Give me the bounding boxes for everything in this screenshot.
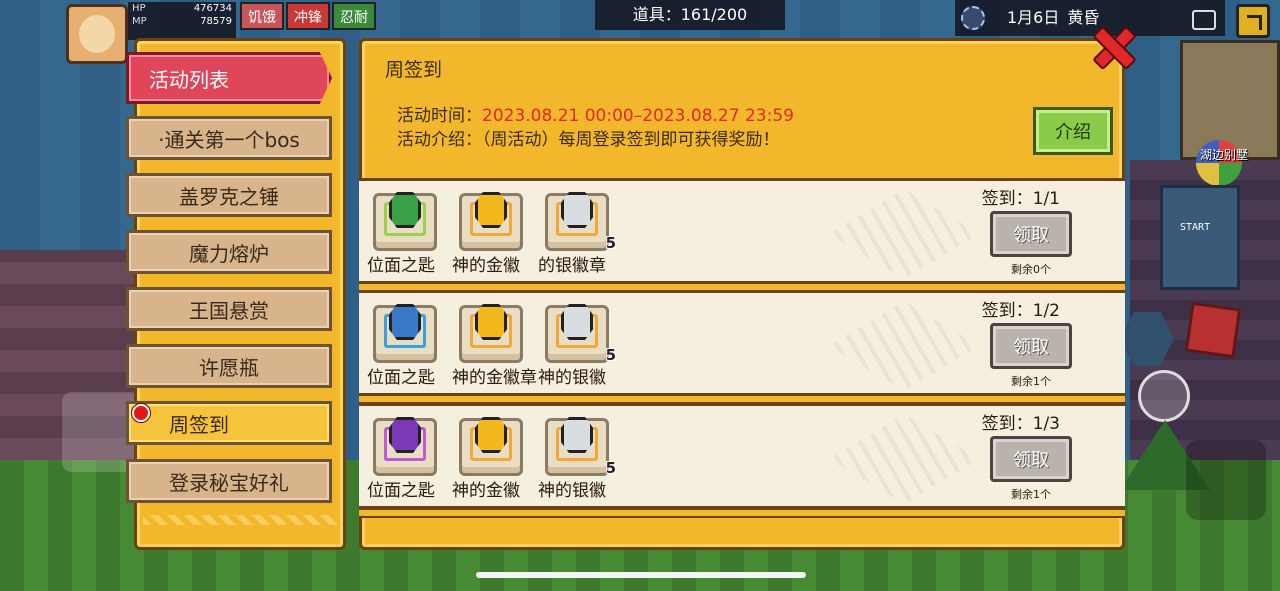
reward-item-name: 神的金徽 [452, 256, 520, 276]
gold-badge-icon [475, 417, 507, 453]
reward-item-name: 位面之匙 [367, 368, 435, 388]
silver-badge-icon [561, 192, 593, 228]
item-count: 5 [605, 346, 616, 364]
status-hunger: 饥饿 [240, 2, 284, 30]
menu-item-hammer[interactable]: 盖罗克之锤 [126, 173, 332, 217]
bow-attack-button[interactable] [1186, 440, 1266, 520]
close-icon[interactable] [1090, 24, 1134, 68]
reward-item-slot[interactable] [373, 304, 437, 363]
remaining-count: 剩余0个 [1011, 263, 1051, 276]
claim-button[interactable]: 领取 [990, 436, 1072, 482]
reward-item-name: 的银徽章 [538, 256, 606, 276]
reward-item-slot[interactable] [459, 417, 523, 476]
menu-item-first-boss[interactable]: ·通关第一个bos [126, 116, 332, 160]
cast-icon[interactable] [1192, 10, 1216, 30]
panel-decoration [143, 515, 337, 525]
reward-item-name: 神的金徽章 [452, 368, 537, 388]
date-label: 1月6日 [1007, 8, 1060, 27]
activity-intro-line: 活动介绍：（周活动）每周登录签到即可获得奖励！ [397, 125, 780, 150]
item-count: 5 [605, 234, 616, 252]
item-count: 5 [605, 459, 616, 477]
arcade-machine [1160, 185, 1240, 290]
menu-item-weekly-signin[interactable]: 周签到 [126, 401, 332, 445]
status-rush: 冲锋 [286, 2, 330, 30]
exit-icon[interactable] [1236, 4, 1270, 38]
activity-time-value: 2023.08.21 00:00–2023.08.27 23:59 [482, 106, 794, 126]
key-gem-icon [389, 192, 421, 228]
reward-item-slot[interactable]: 5 [545, 417, 616, 477]
sun-icon [961, 6, 985, 30]
menu-item-login-treasure[interactable]: 登录秘宝好礼 [126, 459, 332, 503]
silver-badge-icon [561, 304, 593, 340]
claim-button[interactable]: 领取 [990, 211, 1072, 257]
house-label: 湖边别墅 [1200, 148, 1249, 162]
dice-icon[interactable] [1184, 301, 1242, 359]
interact-button[interactable] [1138, 370, 1190, 422]
home-indicator [476, 572, 806, 578]
reward-item-name: 神的银徽 [538, 481, 606, 501]
reward-item-name: 位面之匙 [367, 256, 435, 276]
claim-button[interactable]: 领取 [990, 323, 1072, 369]
reward-item-name: 神的银徽 [538, 368, 606, 388]
signin-progress: 签到：1/1 [981, 189, 1060, 209]
star-watermark [829, 189, 979, 279]
key-gem-icon [389, 304, 421, 340]
intro-button[interactable]: 介绍 [1033, 107, 1113, 155]
menu-item-wish-bottle[interactable]: 许愿瓶 [126, 344, 332, 388]
activity-time-line: 活动时间：2023.08.21 00:00–2023.08.27 23:59 [397, 101, 794, 126]
activity-title: 周签到 [385, 59, 443, 81]
remaining-count: 剩余1个 [1011, 488, 1051, 501]
activity-intro-value: （周活动）每周登录签到即可获得奖励！ [482, 130, 780, 150]
menu-item-bounty[interactable]: 王国悬赏 [126, 287, 332, 331]
reward-item-name: 神的金徽 [452, 481, 520, 501]
status-endure: 忍耐 [332, 2, 376, 30]
reward-item-slot[interactable] [459, 304, 523, 363]
reward-item-slot[interactable]: 5 [545, 192, 616, 252]
menu-item-forge[interactable]: 魔力熔炉 [126, 230, 332, 274]
mp-value: 78579 [200, 16, 232, 27]
gold-badge-icon [475, 192, 507, 228]
reward-item-slot[interactable] [373, 417, 437, 476]
reward-item-slot[interactable]: 5 [545, 304, 616, 364]
star-watermark [829, 301, 979, 391]
arcade-label: START [1180, 222, 1211, 233]
hp-value: 476734 [193, 3, 232, 14]
activity-time-label: 活动时间： [397, 106, 482, 126]
hp-label: HP [132, 3, 146, 14]
star-watermark [829, 414, 979, 504]
menu-header-activity-list[interactable]: 活动列表 [126, 52, 332, 104]
mp-label: MP [132, 16, 147, 27]
reward-item-slot[interactable] [373, 192, 437, 251]
remaining-count: 剩余1个 [1011, 375, 1051, 388]
row-separator [359, 508, 1125, 518]
silver-badge-icon [561, 417, 593, 453]
key-gem-icon [389, 417, 421, 453]
notification-dot [132, 404, 150, 422]
reward-item-slot[interactable] [459, 192, 523, 251]
reward-item-name: 位面之匙 [367, 481, 435, 501]
signin-progress: 签到：1/3 [981, 414, 1060, 434]
player-stats: HP 476734 MP 78579 [128, 2, 236, 40]
inventory-count[interactable]: 道具：161/200 [595, 0, 785, 30]
activity-intro-label: 活动介绍： [397, 130, 482, 150]
player-avatar[interactable] [66, 4, 128, 64]
signin-progress: 签到：1/2 [981, 301, 1060, 321]
gold-badge-icon [475, 304, 507, 340]
